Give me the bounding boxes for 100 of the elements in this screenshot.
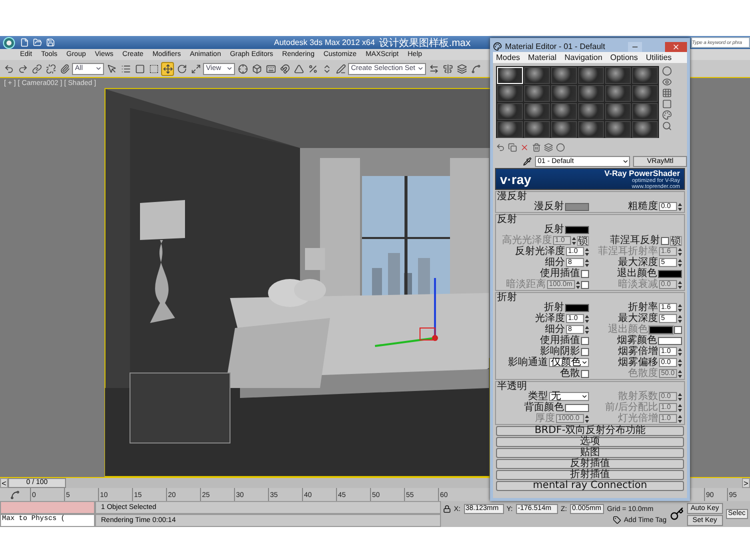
crosshair-button[interactable] bbox=[236, 62, 249, 76]
checker-icon[interactable] bbox=[662, 88, 672, 98]
rollout-header[interactable]: 选项 bbox=[496, 437, 684, 447]
square-icon[interactable] bbox=[662, 99, 672, 109]
align-button[interactable] bbox=[441, 62, 454, 76]
rollout-header[interactable]: mental ray Connection bbox=[496, 481, 684, 491]
spinner-arrows-icon[interactable] bbox=[678, 370, 682, 378]
checkbox[interactable] bbox=[661, 236, 669, 244]
spinner-arrows-icon[interactable] bbox=[678, 202, 682, 210]
color-swatch[interactable] bbox=[565, 226, 589, 234]
spinner-arrows-icon[interactable] bbox=[585, 414, 589, 422]
param-label: 暗淡衰减 bbox=[618, 279, 658, 290]
checkbox[interactable] bbox=[581, 370, 589, 378]
checkbox[interactable] bbox=[581, 336, 589, 344]
checkbox[interactable] bbox=[581, 348, 589, 356]
spinner-arrows-icon[interactable] bbox=[678, 280, 682, 288]
cube-button[interactable] bbox=[250, 62, 263, 76]
spinner-arrows-icon[interactable] bbox=[678, 358, 682, 366]
param-label: 灯光倍增 bbox=[618, 413, 658, 424]
param-label: 厚度 bbox=[535, 413, 555, 424]
menu-item[interactable]: Navigation bbox=[564, 53, 602, 62]
eyedropper-icon[interactable] bbox=[523, 156, 532, 166]
link-button[interactable] bbox=[30, 62, 43, 76]
save-icon[interactable] bbox=[46, 38, 55, 47]
menu-item[interactable]: Utilities bbox=[646, 53, 672, 62]
param-label: 折射率 bbox=[628, 302, 658, 313]
undo-icon[interactable] bbox=[496, 143, 505, 152]
param-label: 色散 bbox=[560, 368, 580, 379]
menu-item[interactable]: Options bbox=[610, 53, 638, 62]
curve-icon bbox=[470, 64, 481, 74]
spinner-arrows-icon[interactable] bbox=[585, 258, 589, 266]
magnet-button[interactable] bbox=[278, 62, 291, 76]
rollout-header[interactable]: BRDF-双向反射分布功能 bbox=[496, 426, 684, 436]
color-swatch[interactable] bbox=[565, 304, 589, 312]
pen-button[interactable] bbox=[334, 62, 347, 76]
banner-title: V-Ray PowerShader bbox=[604, 168, 680, 178]
group-title: 漫反射 bbox=[497, 192, 528, 201]
folder-icon[interactable] bbox=[33, 38, 42, 47]
layers-icon[interactable] bbox=[544, 143, 553, 152]
color-swatch[interactable] bbox=[658, 270, 682, 278]
spinner-arrows-icon[interactable] bbox=[678, 314, 682, 322]
trash-icon[interactable] bbox=[532, 143, 541, 152]
spinner-arrows-icon[interactable] bbox=[678, 248, 682, 256]
param-label: 背面颜色 bbox=[524, 402, 564, 413]
rollout-header[interactable]: 反射插值 bbox=[496, 459, 684, 469]
close-button[interactable] bbox=[664, 42, 687, 52]
search-icon[interactable] bbox=[662, 121, 672, 131]
unlink-button[interactable] bbox=[44, 62, 57, 76]
paperclip-button[interactable] bbox=[58, 62, 71, 76]
tag-icon[interactable] bbox=[612, 516, 621, 524]
param-label: 漫反射 bbox=[534, 201, 564, 212]
caret-icon bbox=[581, 393, 588, 400]
spinner-arrows-icon[interactable] bbox=[678, 414, 682, 422]
menu-item[interactable]: Modes bbox=[496, 53, 520, 62]
sphere-icon[interactable] bbox=[556, 143, 565, 152]
dropdown[interactable]: 无 bbox=[549, 392, 589, 401]
next-frame-button[interactable]: > bbox=[742, 478, 750, 488]
new-file-icon[interactable] bbox=[20, 38, 29, 47]
palette-icon[interactable] bbox=[662, 110, 672, 120]
delete-icon[interactable] bbox=[520, 143, 529, 152]
spinner-icon bbox=[322, 64, 332, 74]
layers-button[interactable] bbox=[455, 62, 468, 76]
previous-frame-button[interactable]: < bbox=[0, 478, 8, 488]
spinner-arrows-icon[interactable] bbox=[585, 314, 589, 322]
color-swatch[interactable] bbox=[658, 336, 682, 344]
rollout-header[interactable]: 贴图 bbox=[496, 448, 684, 458]
color-swatch[interactable] bbox=[565, 202, 589, 210]
lock-button[interactable]: 锁 bbox=[670, 236, 682, 246]
checkbox[interactable] bbox=[581, 270, 589, 278]
eye-icon[interactable] bbox=[662, 77, 672, 87]
spinner-arrows-icon[interactable] bbox=[572, 236, 576, 244]
mirror-icon bbox=[428, 64, 439, 74]
cube-icon bbox=[252, 64, 262, 74]
rollout-header[interactable]: 折射插值 bbox=[496, 470, 684, 480]
spinner-arrows-icon[interactable] bbox=[678, 304, 682, 312]
param-label: 前/后分配比 bbox=[605, 402, 658, 413]
group-title: 折射 bbox=[497, 293, 518, 302]
spinner-arrows-icon[interactable] bbox=[585, 248, 589, 256]
spinner-arrows-icon[interactable] bbox=[585, 326, 589, 334]
app-logo-icon[interactable] bbox=[2, 36, 16, 48]
spinner-arrows-icon[interactable] bbox=[678, 348, 682, 356]
menu-item[interactable]: Material bbox=[528, 53, 556, 62]
param-label: 影响通道 bbox=[508, 357, 548, 368]
file-name: 设计效果图样板.max bbox=[378, 36, 471, 50]
spinner-arrows-icon[interactable] bbox=[576, 280, 580, 288]
param-label: 高光光泽度 bbox=[502, 235, 552, 246]
key-icon[interactable] bbox=[670, 507, 684, 521]
spinner-arrows-icon[interactable] bbox=[678, 258, 682, 266]
dropdown[interactable]: 仅颜色 bbox=[549, 358, 589, 367]
minimize-button[interactable] bbox=[628, 42, 642, 52]
copy-icon[interactable] bbox=[508, 143, 517, 152]
lock-icon[interactable] bbox=[442, 505, 451, 513]
align-icon bbox=[442, 64, 453, 74]
spinner-arrows-icon[interactable] bbox=[678, 404, 682, 412]
sphere-icon[interactable] bbox=[662, 66, 672, 76]
spinner-arrows-icon[interactable] bbox=[678, 392, 682, 400]
param-label: 使用插值 bbox=[540, 335, 580, 346]
move-button[interactable] bbox=[161, 62, 174, 76]
color-swatch[interactable] bbox=[565, 404, 589, 412]
link-icon bbox=[32, 64, 42, 74]
